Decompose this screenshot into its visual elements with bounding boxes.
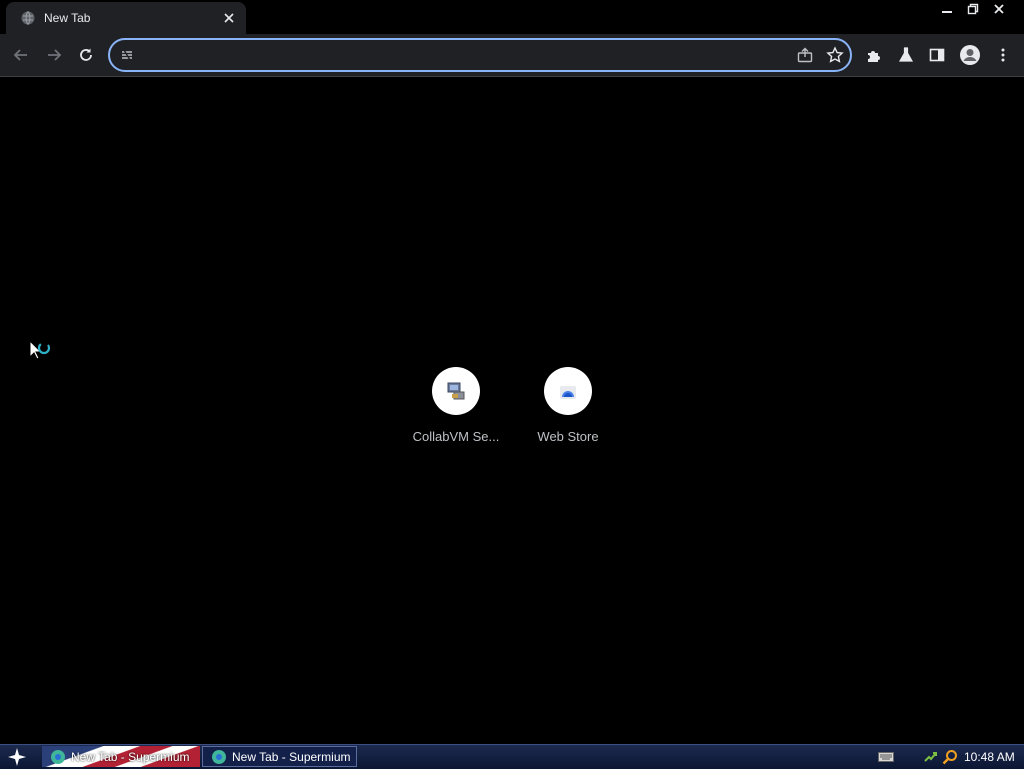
minimize-icon[interactable] [936,0,958,18]
supermium-icon [211,749,227,765]
share-icon[interactable] [796,46,814,64]
network-icon[interactable] [922,749,938,765]
forward-arrow-icon[interactable] [40,41,68,69]
tab-new-tab[interactable]: New Tab [6,2,246,34]
search-engine-icon [118,46,136,64]
window-close-icon[interactable] [988,0,1010,18]
taskbar: New Tab - Supermium New Tab - Supermium … [0,744,1024,769]
taskbar-button-supermium-1[interactable]: New Tab - Supermium [42,746,200,767]
kebab-menu-icon[interactable] [989,41,1017,69]
puzzle-icon[interactable] [860,41,888,69]
star-icon[interactable] [826,46,844,64]
supermium-icon [50,749,66,765]
taskbar-button-label: New Tab - Supermium [232,749,351,764]
window-controls [936,0,1010,18]
taskbar-clock[interactable]: 10:48 AM [964,750,1015,764]
side-panel-icon[interactable] [923,41,951,69]
browser-toolbar [0,34,1024,77]
web-store-icon [544,367,592,415]
search-icon[interactable] [942,749,958,765]
globe-icon [20,10,36,26]
shortcut-tile-web-store[interactable]: Web Store [512,367,624,457]
restore-icon[interactable] [962,0,984,18]
shortcut-tile-collabvm[interactable]: CollabVM Se... [400,367,512,457]
address-bar[interactable] [108,38,852,72]
keyboard-icon[interactable] [878,751,894,763]
tab-strip: New Tab [0,0,1024,34]
reload-icon[interactable] [72,41,100,69]
new-tab-page: CollabVM Se... Web Store [0,77,1024,744]
start-star-icon[interactable] [4,746,30,768]
busy-cursor-icon [29,340,51,360]
tab-title: New Tab [44,11,91,25]
shortcut-label: CollabVM Se... [412,429,500,444]
back-arrow-icon[interactable] [7,41,35,69]
address-input[interactable] [142,45,786,67]
shortcut-label: Web Store [537,429,599,444]
close-icon[interactable] [220,9,238,27]
profile-avatar-icon[interactable] [956,41,984,69]
taskbar-button-supermium-2[interactable]: New Tab - Supermium [202,746,357,767]
flask-icon[interactable] [892,41,920,69]
taskbar-button-label: New Tab - Supermium [71,749,190,764]
collabvm-computer-icon [432,367,480,415]
